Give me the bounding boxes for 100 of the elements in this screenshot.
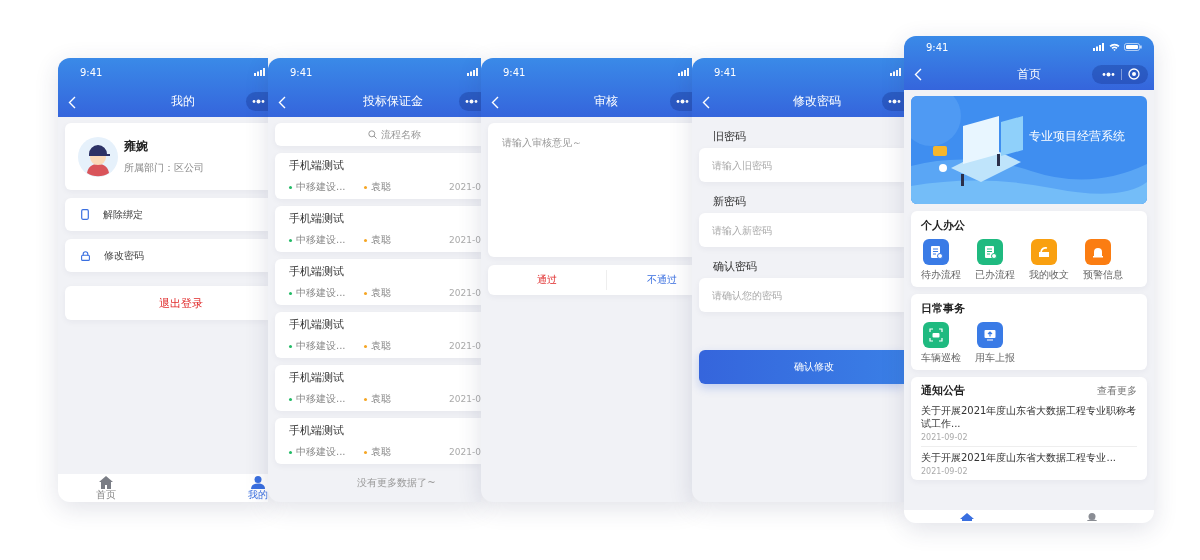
lock-icon bbox=[81, 250, 90, 261]
page-title: 审核 bbox=[594, 93, 618, 110]
status-time: 9:41 bbox=[503, 66, 526, 78]
signal-icon bbox=[467, 68, 479, 76]
back-icon[interactable] bbox=[702, 95, 710, 109]
more-icon bbox=[675, 99, 689, 104]
tab[interactable] bbox=[959, 510, 974, 523]
shortcut[interactable]: 已办流程 bbox=[975, 239, 1029, 282]
item-title: 手机端测试 bbox=[289, 317, 345, 332]
item-date: 2021-0 bbox=[449, 341, 481, 351]
tab[interactable]: 我的 bbox=[248, 474, 268, 502]
item-tag: 袁聪 bbox=[370, 286, 391, 300]
item-tag: 袁聪 bbox=[370, 233, 391, 247]
capsule-button[interactable] bbox=[1092, 64, 1148, 84]
list-card[interactable]: 手机端测试 中移建设... 袁聪 2021-0 bbox=[275, 153, 481, 199]
section-title: 通知公告 bbox=[921, 384, 965, 398]
list-card[interactable]: 手机端测试 中移建设... 袁聪 2021-0 bbox=[275, 418, 481, 464]
signal-icon bbox=[890, 68, 902, 76]
item-date: 2021-0 bbox=[449, 394, 481, 404]
notice-title[interactable]: 关于开展2021年度山东省大数据工程专业... bbox=[921, 451, 1137, 464]
item-tag: 中移建设... bbox=[296, 339, 346, 353]
back-icon[interactable] bbox=[914, 68, 922, 81]
shortcut[interactable]: 预警信息 bbox=[1083, 239, 1137, 282]
status-time: 9:41 bbox=[926, 41, 949, 53]
field-label: 确认密码 bbox=[713, 259, 758, 274]
home-icon bbox=[99, 476, 113, 489]
capsule-button[interactable] bbox=[246, 92, 268, 111]
signal-icon bbox=[678, 68, 690, 76]
approve-button[interactable]: 通过 bbox=[488, 265, 606, 295]
battery-icon bbox=[1124, 43, 1142, 51]
page-title: 投标保证金 bbox=[363, 93, 423, 110]
view-more-link[interactable]: 查看更多 bbox=[1097, 384, 1137, 398]
shortcut[interactable]: 我的收文 bbox=[1029, 239, 1083, 282]
item-tag: 袁聪 bbox=[370, 445, 391, 459]
capsule-button[interactable] bbox=[670, 92, 692, 111]
item-date: 2021-0 bbox=[449, 182, 481, 192]
more-icon bbox=[464, 99, 478, 104]
list-card[interactable]: 手机端测试 中移建设... 袁聪 2021-0 bbox=[275, 365, 481, 411]
phone-icon bbox=[81, 209, 89, 220]
back-icon[interactable] bbox=[278, 95, 286, 109]
item-tag: 袁聪 bbox=[370, 392, 391, 406]
list-card[interactable]: 手机端测试 中移建设... 袁聪 2021-0 bbox=[275, 312, 481, 358]
item-title: 手机端测试 bbox=[289, 423, 345, 438]
password-field[interactable]: 请输入旧密码 bbox=[699, 148, 904, 182]
capsule-button[interactable] bbox=[882, 92, 904, 111]
more-icon bbox=[1102, 71, 1115, 77]
page-title: 首页 bbox=[1017, 65, 1041, 83]
password-field[interactable]: 请确认您的密码 bbox=[699, 278, 904, 312]
notice-date: 2021-09-02 bbox=[921, 467, 969, 476]
back-icon[interactable] bbox=[68, 95, 76, 109]
avatar bbox=[78, 136, 118, 177]
list-card[interactable]: 手机端测试 中移建设... 袁聪 2021-0 bbox=[275, 259, 481, 305]
shortcut[interactable]: 用车上报 bbox=[975, 322, 1029, 365]
item-tag: 中移建设... bbox=[296, 180, 346, 194]
item-date: 2021-0 bbox=[449, 288, 481, 298]
capsule-button[interactable] bbox=[459, 92, 481, 111]
home-icon bbox=[959, 513, 974, 521]
status-time: 9:41 bbox=[80, 66, 103, 78]
section-title: 个人办公 bbox=[921, 219, 966, 233]
more-icon bbox=[887, 99, 901, 104]
field-label: 新密码 bbox=[713, 194, 747, 209]
item-tag: 袁聪 bbox=[370, 180, 391, 194]
wifi-icon bbox=[1109, 43, 1120, 51]
search-icon bbox=[368, 130, 377, 139]
shortcut[interactable]: 车辆巡检 bbox=[921, 322, 975, 365]
item-tag: 中移建设... bbox=[296, 445, 346, 459]
password-field[interactable]: 请输入新密码 bbox=[699, 213, 904, 247]
shortcut[interactable]: 待办流程 bbox=[921, 239, 975, 282]
item-title: 手机端测试 bbox=[289, 264, 345, 279]
item-date: 2021-0 bbox=[449, 235, 481, 245]
status-time: 9:41 bbox=[714, 66, 737, 78]
menu-item[interactable]: 修改密码 bbox=[65, 239, 268, 272]
item-tag: 袁聪 bbox=[370, 339, 391, 353]
reject-button[interactable]: 不通过 bbox=[607, 265, 692, 295]
signal-icon bbox=[254, 68, 266, 76]
user-department: 所属部门：区公司 bbox=[124, 161, 204, 175]
tab[interactable]: 首页 bbox=[96, 474, 116, 502]
notice-title[interactable]: 关于开展2021年度山东省大数据工程专业职称考试工作... bbox=[921, 404, 1137, 430]
confirm-button[interactable]: 确认修改 bbox=[699, 350, 904, 384]
comment-field[interactable]: 请输入审核意见～ bbox=[488, 123, 692, 257]
item-tag: 中移建设... bbox=[296, 286, 346, 300]
banner-title: 专业项目经营系统 bbox=[1029, 128, 1125, 145]
user-icon bbox=[251, 476, 265, 489]
notice-date: 2021-09-02 bbox=[921, 433, 969, 442]
menu-item[interactable]: 解除绑定 bbox=[65, 198, 268, 231]
item-title: 手机端测试 bbox=[289, 158, 345, 173]
list-end-note: 没有更多数据了~ bbox=[356, 476, 436, 490]
item-title: 手机端测试 bbox=[289, 211, 345, 226]
logout-button[interactable]: 退出登录 bbox=[65, 286, 268, 320]
page-title: 修改密码 bbox=[793, 93, 841, 110]
back-icon[interactable] bbox=[491, 95, 499, 109]
item-title: 手机端测试 bbox=[289, 370, 345, 385]
more-icon bbox=[251, 99, 265, 104]
field-label: 旧密码 bbox=[713, 129, 747, 144]
item-tag: 中移建设... bbox=[296, 233, 346, 247]
search-field[interactable]: 流程名称 bbox=[275, 123, 481, 146]
signal-icon bbox=[1093, 43, 1105, 51]
list-card[interactable]: 手机端测试 中移建设... 袁聪 2021-0 bbox=[275, 206, 481, 252]
section-title: 日常事务 bbox=[921, 302, 966, 316]
user-name: 雍婉 bbox=[124, 138, 149, 155]
